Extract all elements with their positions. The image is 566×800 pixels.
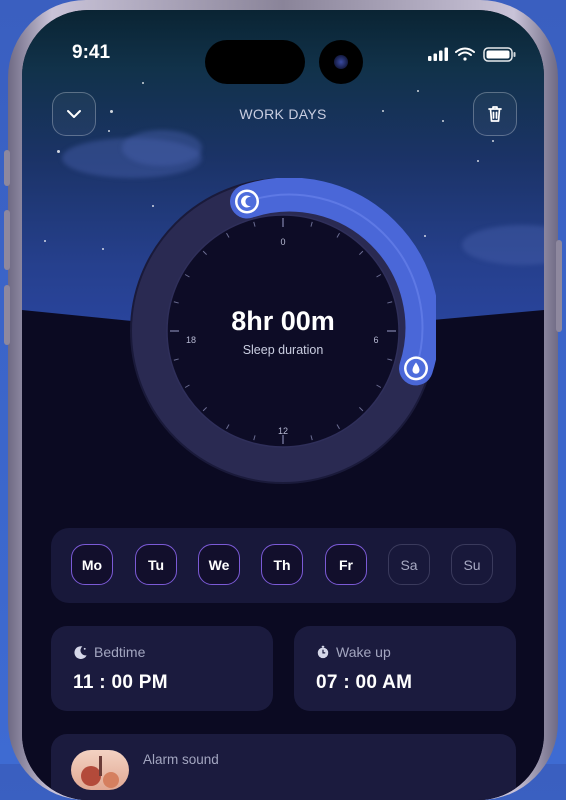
- mute-switch: [4, 150, 10, 186]
- sleep-duration-value: 8hr 00m: [231, 306, 335, 336]
- day-mo[interactable]: Mo: [71, 544, 113, 585]
- bedtime-card[interactable]: Bedtime 11 : 00 PM: [51, 626, 273, 711]
- day-su[interactable]: Su: [451, 544, 493, 585]
- bedtime-label: Bedtime: [94, 644, 146, 660]
- tick-label-0: 0: [280, 237, 285, 247]
- volume-down-button: [4, 285, 10, 345]
- bedtime-handle[interactable]: [235, 189, 259, 214]
- alarm-sound-label: Alarm sound: [143, 752, 219, 767]
- tick-label-12: 12: [278, 426, 288, 436]
- dynamic-island: [205, 40, 305, 84]
- day-we[interactable]: We: [198, 544, 240, 585]
- day-tu[interactable]: Tu: [135, 544, 177, 585]
- alarm-icon: [317, 645, 329, 659]
- wakeup-card[interactable]: Wake up 07 : 00 AM: [294, 626, 516, 711]
- sleep-duration-label: Sleep duration: [242, 343, 324, 357]
- camera-icon: [319, 40, 363, 84]
- day-sa[interactable]: Sa: [388, 544, 430, 585]
- battery-icon: [483, 47, 516, 62]
- page-title: WORK DAYS: [239, 106, 327, 122]
- weekday-selector: Mo Tu We Th Fr Sa Su: [51, 528, 516, 603]
- delete-button[interactable]: [473, 92, 517, 136]
- trash-icon: [488, 106, 502, 122]
- volume-up-button: [4, 210, 10, 270]
- day-th[interactable]: Th: [261, 544, 303, 585]
- bedtime-value: 11 : 00 PM: [73, 672, 168, 693]
- alarm-sound-card[interactable]: Alarm sound: [51, 734, 516, 800]
- status-time: 9:41: [72, 42, 111, 63]
- wakeup-handle[interactable]: [404, 356, 428, 381]
- wakeup-value: 07 : 00 AM: [316, 672, 413, 693]
- wifi-icon: [455, 47, 475, 61]
- wakeup-label: Wake up: [336, 644, 391, 660]
- screen: 9:41 WORK DAYS 0 6 12 18 8hr 00m Sleep d…: [22, 10, 544, 800]
- day-fr[interactable]: Fr: [325, 544, 367, 585]
- power-button: [556, 240, 562, 332]
- signal-icon: [428, 47, 448, 61]
- alarm-sound-artwork: [71, 750, 129, 790]
- status-icons: [428, 47, 516, 62]
- moon-icon: [74, 645, 87, 659]
